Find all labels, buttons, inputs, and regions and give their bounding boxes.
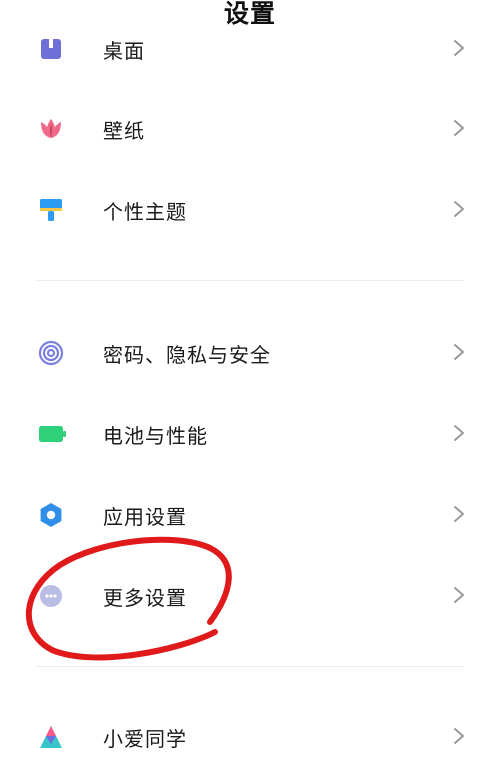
settings-item-desktop[interactable]: 桌面	[0, 18, 500, 78]
settings-item-label: 更多设置	[103, 586, 187, 610]
chevron-right-icon	[454, 728, 464, 744]
settings-item-theme[interactable]: 个性主题	[0, 179, 500, 239]
more-dots-icon	[40, 585, 62, 607]
chevron-right-icon	[454, 201, 464, 217]
fingerprint-icon	[38, 340, 64, 366]
settings-item-label: 密码、隐私与安全	[103, 343, 271, 367]
chevron-right-icon	[454, 587, 464, 603]
section-divider	[36, 280, 464, 281]
gear-icon	[40, 503, 62, 527]
paintbrush-icon	[40, 199, 62, 221]
chevron-right-icon	[454, 40, 464, 56]
settings-item-apps[interactable]: 应用设置	[0, 484, 500, 544]
settings-item-security[interactable]: 密码、隐私与安全	[0, 322, 500, 382]
xiaoai-icon	[40, 726, 62, 748]
settings-item-wallpaper[interactable]: 壁纸	[0, 98, 500, 158]
settings-item-xiaoai[interactable]: 小爱同学	[0, 706, 500, 766]
chevron-right-icon	[454, 506, 464, 522]
settings-item-label: 桌面	[103, 39, 145, 63]
chevron-right-icon	[454, 344, 464, 360]
section-divider	[36, 666, 464, 667]
tulip-icon	[41, 119, 61, 138]
settings-item-label: 电池与性能	[103, 424, 208, 448]
battery-icon	[39, 426, 66, 442]
settings-item-label: 应用设置	[103, 505, 187, 529]
settings-item-label: 个性主题	[103, 200, 187, 224]
settings-item-battery[interactable]: 电池与性能	[0, 403, 500, 463]
settings-item-label: 壁纸	[103, 119, 145, 143]
chevron-right-icon	[454, 425, 464, 441]
settings-item-label: 小爱同学	[103, 727, 187, 751]
chevron-right-icon	[454, 120, 464, 136]
settings-item-more[interactable]: 更多设置	[0, 565, 500, 625]
desktop-icon	[41, 39, 61, 59]
